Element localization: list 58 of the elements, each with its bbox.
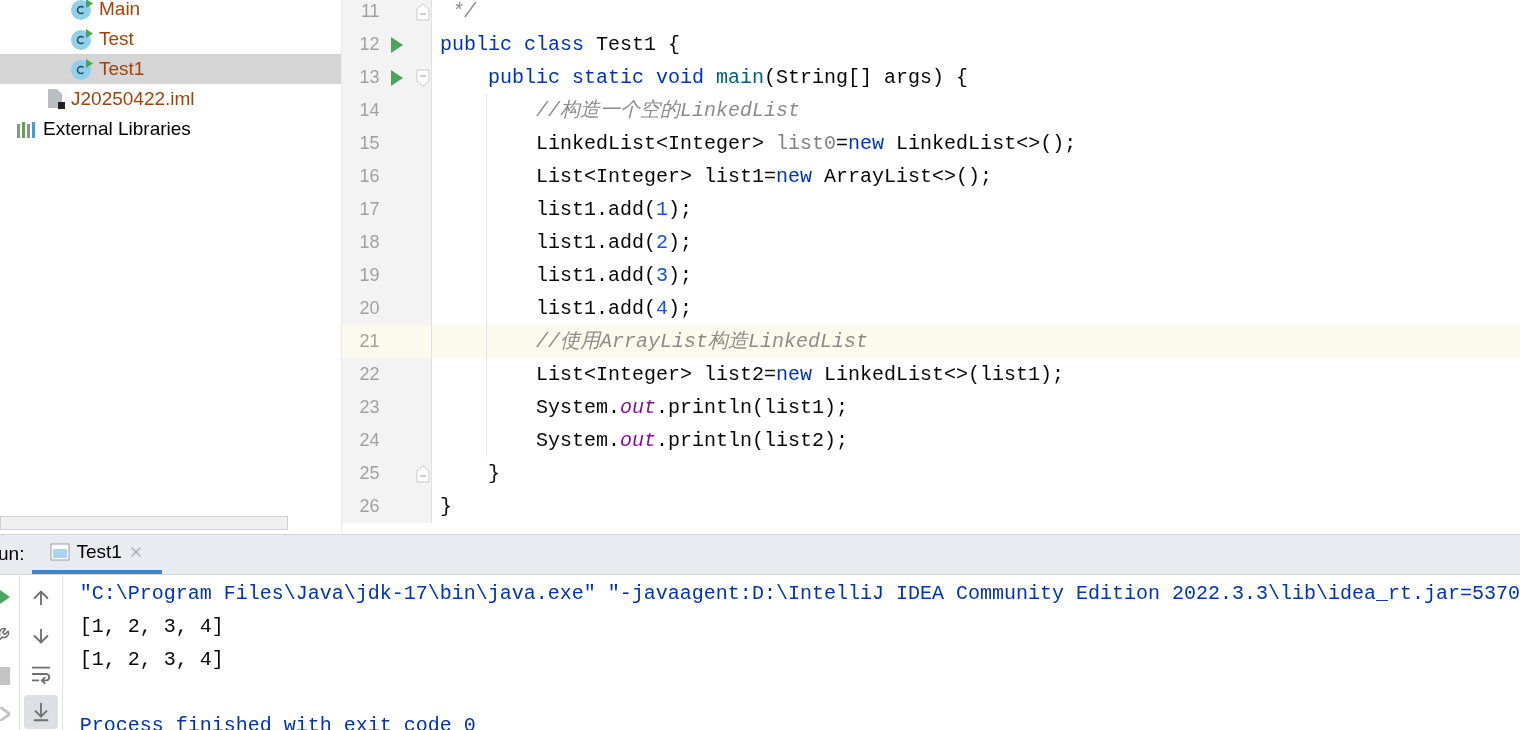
run-tab[interactable]: Test1 (32, 535, 162, 574)
tree-item[interactable]: Test (0, 24, 341, 54)
library-icon (16, 120, 38, 138)
code-line: //使用ArrayList构造LinkedList (535, 328, 869, 355)
code-line: list1.add(2); (535, 229, 693, 256)
line-number: 13 (358, 66, 380, 89)
horizontal-scrollbar[interactable] (0, 516, 288, 530)
code-line: //构造一个空的LinkedList (535, 97, 801, 124)
console-line: "C:\Program Files\Java\jdk-17\bin\java.exe" "-javaagent:D:\IntelliJ IDEA Community Edition 2022.3.3\lib\idea_rt.jar=5370 (79, 580, 1520, 607)
class-icon (70, 28, 94, 50)
console-icon (50, 543, 71, 561)
run-icon[interactable] (391, 36, 404, 53)
code-line: System.out.println(list1); (535, 394, 849, 421)
code-line: System.out.println(list2); (535, 427, 849, 454)
code-line: list1.add(3); (535, 262, 693, 289)
line-number: 14 (358, 99, 380, 122)
code-line: } (440, 493, 452, 520)
line-number: 17 (358, 198, 380, 221)
code-line: } (487, 460, 500, 487)
tree-item[interactable]: Test1 (0, 54, 341, 84)
code-line: LinkedList<Integer> list0=new LinkedList<>(); (535, 130, 1077, 157)
run-label: un: (0, 542, 25, 567)
code-line: public static void main(String[] args) { (487, 64, 969, 91)
line-number: 16 (358, 165, 380, 188)
code-line: list1.add(4); (535, 295, 693, 322)
fold-marker-icon[interactable] (416, 464, 431, 483)
code-line: List<Integer> list1=new ArrayList<>(); (535, 163, 993, 190)
console-line: Process finished with exit code 0 (79, 712, 476, 730)
run-icon[interactable] (391, 69, 404, 86)
file-icon (46, 88, 66, 110)
line-number: 22 (358, 363, 380, 386)
tree-item[interactable]: External Libraries (0, 114, 341, 144)
line-number: 19 (358, 264, 380, 287)
code-line: public class Test1 { (440, 31, 681, 58)
tree-item[interactable]: J20250422.iml (0, 84, 341, 114)
code-line: list1.add(1); (535, 196, 693, 223)
line-number: 26 (358, 495, 380, 518)
console-line: [1, 2, 3, 4] (79, 646, 224, 673)
console-tool-button[interactable] (24, 695, 59, 729)
play-icon[interactable] (0, 589, 10, 605)
line-number: 25 (358, 462, 380, 485)
tree-item[interactable]: Main (0, 0, 341, 24)
code-line: List<Integer> list2=new LinkedList<>(list1); (535, 361, 1065, 388)
line-number: 21 (358, 330, 380, 353)
tool-icon[interactable] (0, 707, 10, 721)
line-number: 18 (358, 231, 380, 254)
line-number: 24 (358, 429, 380, 452)
line-number: 23 (358, 396, 380, 419)
fold-marker-icon[interactable] (416, 68, 431, 87)
class-icon (70, 0, 94, 20)
class-icon (70, 58, 94, 80)
line-number: 20 (358, 297, 380, 320)
code-line: */ (451, 0, 476, 25)
line-number: 15 (358, 132, 380, 155)
console-line: [1, 2, 3, 4] (79, 613, 224, 640)
line-number: 11 (359, 0, 380, 23)
fold-marker-icon[interactable] (416, 2, 431, 21)
line-number: 12 (358, 33, 380, 56)
